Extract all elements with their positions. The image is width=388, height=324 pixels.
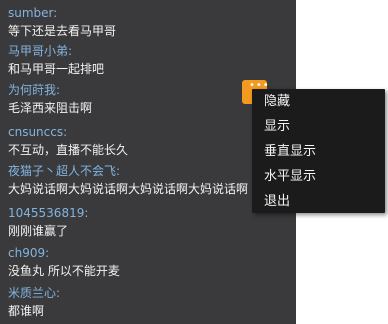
- chat-message: 1045536819: 刚刚谁赢了: [8, 205, 88, 240]
- chat-message: sumber: 等下还是去看马甲哥: [8, 5, 116, 40]
- chat-username[interactable]: cnsunccs:: [8, 124, 128, 140]
- chat-message: 夜猫子丶超人不会飞: 大妈说话啊大妈说话啊大妈说话啊大妈说话啊: [8, 163, 248, 198]
- chat-text: 都谁啊: [8, 304, 45, 318]
- context-menu: 隐藏 显示 垂直显示 水平显示 退出: [252, 89, 385, 213]
- menu-item-show[interactable]: 显示: [264, 117, 290, 137]
- chat-username[interactable]: 为何莳我:: [8, 82, 92, 98]
- chat-username[interactable]: 1045536819:: [8, 205, 88, 221]
- chat-username[interactable]: 夜猫子丶超人不会飞:: [8, 163, 248, 179]
- more-dots-icon: •••: [249, 80, 270, 91]
- chat-message: ch909: 没鱼丸 所以不能开麦: [8, 245, 120, 280]
- chat-message: 米质兰心: 都谁啊: [8, 285, 60, 320]
- screen: sumber: 等下还是去看马甲哥 马甲哥小弟: 和马甲哥一起排吧 为何莳我: …: [0, 0, 388, 324]
- chat-message: 马甲哥小弟: 和马甲哥一起排吧: [8, 43, 104, 78]
- chat-username[interactable]: 米质兰心:: [8, 285, 60, 301]
- chat-username[interactable]: sumber:: [8, 5, 116, 21]
- chat-text: 没鱼丸 所以不能开麦: [8, 264, 120, 278]
- chat-text: 大妈说话啊大妈说话啊大妈说话啊大妈说话啊: [8, 182, 249, 196]
- chat-message: 为何莳我: 毛泽西来阻击啊: [8, 82, 92, 117]
- chat-username[interactable]: ch909:: [8, 245, 120, 261]
- chat-text: 等下还是去看马甲哥: [8, 24, 117, 38]
- menu-item-hide[interactable]: 隐藏: [264, 92, 290, 112]
- menu-item-vertical-display[interactable]: 垂直显示: [264, 142, 316, 162]
- chat-text: 毛泽西来阻击啊: [8, 101, 93, 115]
- menu-item-exit[interactable]: 退出: [264, 192, 290, 212]
- chat-text: 和马甲哥一起排吧: [8, 62, 105, 76]
- menu-item-horizontal-display[interactable]: 水平显示: [264, 167, 316, 187]
- chat-text: 不互动，直播不能长久: [8, 143, 129, 157]
- chat-username[interactable]: 马甲哥小弟:: [8, 43, 104, 59]
- chat-message: cnsunccs: 不互动，直播不能长久: [8, 124, 128, 159]
- chat-text: 刚刚谁赢了: [8, 224, 69, 238]
